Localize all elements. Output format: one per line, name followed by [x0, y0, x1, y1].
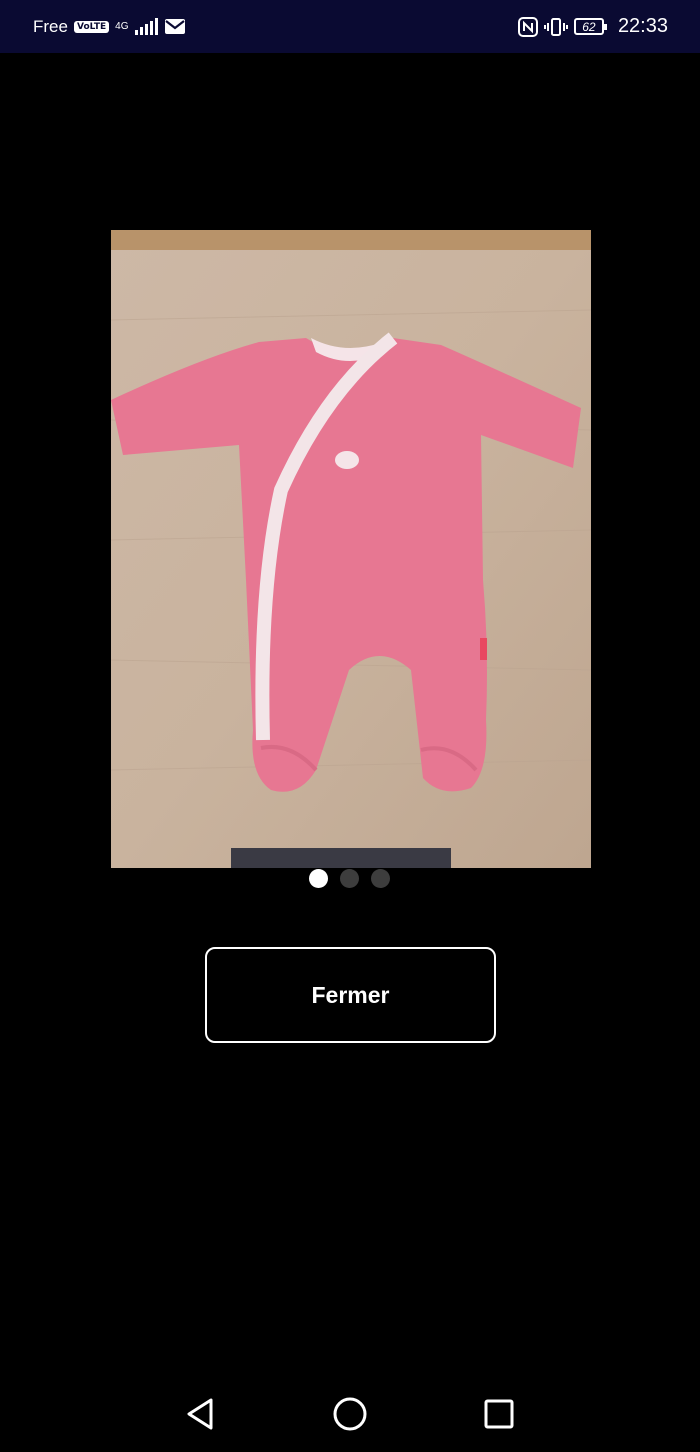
nfc-icon — [517, 16, 538, 37]
volte-badge: VoLTE — [73, 20, 110, 33]
carrier-name: Free — [33, 16, 68, 36]
vibrate-icon — [543, 17, 568, 37]
pager-dot-3[interactable] — [371, 868, 390, 888]
mail-icon — [164, 18, 186, 35]
image-pager — [309, 868, 393, 888]
pager-dot-2[interactable] — [340, 868, 359, 888]
signal-icon — [134, 17, 158, 35]
navigation-bar — [0, 1372, 700, 1452]
battery-icon: 62 — [573, 18, 607, 35]
close-button[interactable]: Fermer — [205, 947, 496, 1043]
recents-icon[interactable] — [479, 1394, 519, 1434]
home-icon[interactable] — [330, 1394, 370, 1434]
status-left: Free VoLTE 4G — [33, 17, 186, 37]
status-right: 62 22:33 — [517, 15, 668, 38]
status-bar: Free VoLTE 4G 62 22:33 — [0, 0, 700, 53]
clock: 22:33 — [617, 15, 668, 37]
romper-photo-illustration — [111, 230, 591, 868]
back-icon[interactable] — [180, 1394, 220, 1434]
network-type: 4G — [115, 21, 129, 32]
product-photo[interactable] — [111, 230, 591, 868]
pager-dot-1[interactable] — [309, 868, 328, 888]
